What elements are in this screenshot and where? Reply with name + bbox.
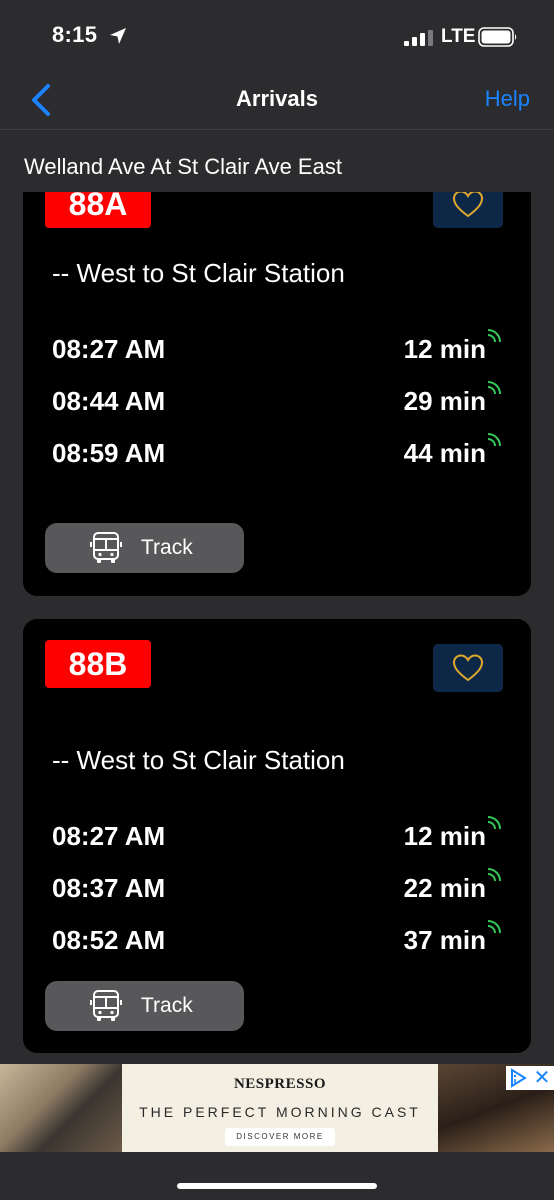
- arrival-eta: 37 min: [403, 925, 486, 955]
- arrivals-list[interactable]: 88A -- West to St Clair Station 08:27 AM…: [0, 192, 554, 1064]
- stop-name: Welland Ave At St Clair Ave East: [24, 154, 342, 179]
- arrival-row: 08:27 AM 12 min: [52, 816, 502, 861]
- realtime-signal-icon: [487, 868, 501, 882]
- direction-label: -- West to St Clair Station: [52, 258, 345, 288]
- track-label: Track: [141, 536, 193, 559]
- arrival-time: 08:52 AM: [52, 925, 166, 955]
- arrival-row: 08:52 AM 37 min: [52, 920, 502, 965]
- status-bar: 8:15 LTE: [0, 0, 554, 72]
- direction-label: -- West to St Clair Station: [52, 745, 345, 775]
- route-card: 88A -- West to St Clair Station 08:27 AM…: [23, 192, 531, 596]
- track-button[interactable]: Track: [45, 981, 244, 1031]
- nav-bar: Arrivals Help: [0, 72, 554, 130]
- arrival-time: 08:27 AM: [52, 821, 166, 851]
- realtime-signal-icon: [487, 433, 501, 447]
- track-label: Track: [141, 994, 193, 1017]
- realtime-signal-icon: [487, 329, 501, 343]
- arrival-eta: 12 min: [403, 334, 486, 364]
- heart-icon: [452, 192, 484, 218]
- route-badge: 88B: [45, 640, 151, 688]
- ad-image: [0, 1064, 122, 1152]
- favorite-button[interactable]: [433, 192, 503, 228]
- help-button[interactable]: Help: [485, 86, 530, 112]
- arrival-eta: 44 min: [403, 438, 486, 468]
- route-card: 88B -- West to St Clair Station 08:27 AM…: [23, 619, 531, 1053]
- home-indicator[interactable]: [177, 1183, 377, 1189]
- ad-brand: NESPRESSO: [233, 1076, 327, 1092]
- realtime-signal-icon: [487, 381, 501, 395]
- battery-icon: [478, 27, 517, 47]
- page-title: Arrivals: [236, 86, 318, 111]
- track-button[interactable]: Track: [45, 523, 244, 573]
- arrival-eta: 22 min: [403, 873, 486, 903]
- arrival-row: 08:44 AM 29 min: [52, 381, 502, 426]
- arrival-row: 08:59 AM 44 min: [52, 433, 502, 478]
- arrival-row: 08:27 AM 12 min: [52, 329, 502, 374]
- status-time: 8:15: [52, 22, 98, 47]
- arrival-time: 08:37 AM: [52, 873, 166, 903]
- arrival-time: 08:27 AM: [52, 334, 166, 364]
- bus-icon: [90, 990, 122, 1021]
- signal-icon: [404, 30, 433, 46]
- arrival-time: 08:44 AM: [52, 386, 166, 416]
- heart-icon: [452, 654, 484, 682]
- bus-icon: [90, 532, 122, 563]
- arrival-row: 08:37 AM 22 min: [52, 868, 502, 913]
- bottom-safe-area: [0, 1152, 554, 1200]
- arrival-time: 08:59 AM: [52, 438, 166, 468]
- network-type: LTE: [441, 26, 476, 47]
- realtime-signal-icon: [487, 920, 501, 934]
- arrival-eta: 12 min: [403, 821, 486, 851]
- realtime-signal-icon: [487, 816, 501, 830]
- arrival-eta: 29 min: [403, 386, 486, 416]
- route-badge: 88A: [45, 192, 151, 228]
- ad-banner[interactable]: NESPRESSO THE PERFECT MORNING CAST DISCO…: [0, 1064, 554, 1152]
- favorite-button[interactable]: [433, 644, 503, 692]
- ad-choices-icon[interactable]: [506, 1066, 530, 1090]
- close-icon[interactable]: ✕: [530, 1066, 554, 1090]
- ad-cta-button[interactable]: DISCOVER MORE: [225, 1128, 335, 1146]
- ad-tagline: THE PERFECT MORNING CAST: [139, 1104, 421, 1120]
- location-arrow-icon: [110, 28, 126, 44]
